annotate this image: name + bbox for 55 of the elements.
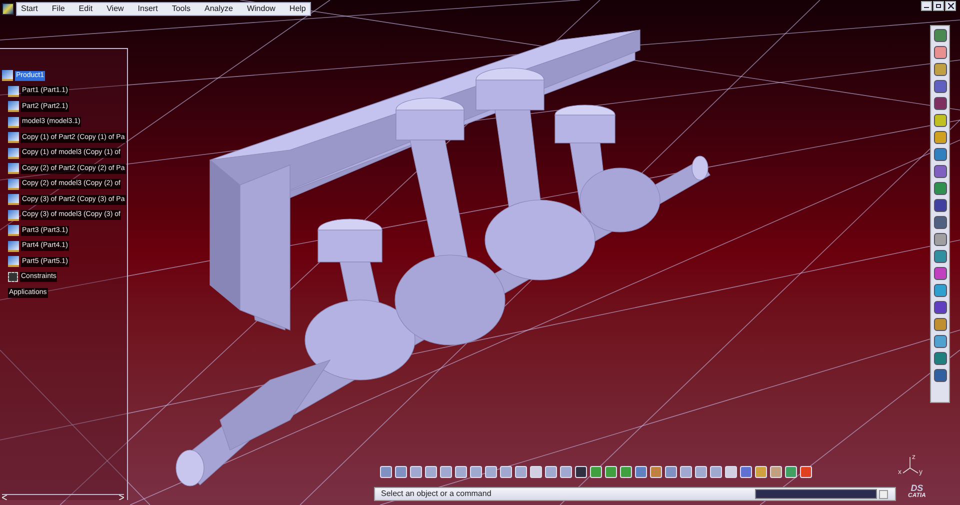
- part-icon: [8, 256, 19, 268]
- part-icon: [8, 163, 19, 174]
- scroll-right-icon[interactable]: [119, 495, 124, 500]
- tool-icon[interactable]: [934, 284, 946, 297]
- tool-icon[interactable]: [934, 301, 946, 314]
- tool-icon[interactable]: [934, 318, 946, 331]
- tool-icon[interactable]: [934, 369, 946, 382]
- menu-item[interactable]: Tools: [172, 3, 190, 15]
- part-icon: [8, 210, 19, 221]
- tool-icon[interactable]: [934, 29, 946, 42]
- app-logo-icon[interactable]: [2, 3, 14, 15]
- tool-icon[interactable]: [934, 199, 946, 212]
- menu-item[interactable]: Edit: [78, 3, 93, 15]
- menu-item[interactable]: Analyze: [204, 3, 233, 15]
- part-icon: [8, 194, 19, 206]
- tool-icon[interactable]: [934, 233, 946, 246]
- tool-icon[interactable]: [934, 165, 946, 178]
- tool-icon[interactable]: [934, 267, 946, 280]
- command-input-field[interactable]: [755, 489, 877, 499]
- part-icon: [8, 148, 19, 159]
- menu-item[interactable]: View: [106, 3, 124, 15]
- scroll-left-icon[interactable]: [2, 495, 7, 500]
- command-prompt: Select an object or a command: [380, 488, 492, 500]
- menu-item[interactable]: Help: [289, 3, 306, 15]
- constraints-icon: [8, 272, 18, 282]
- tool-icon[interactable]: [934, 46, 946, 59]
- tool-icon[interactable]: [934, 352, 946, 365]
- menu-item[interactable]: File: [52, 3, 65, 15]
- tool-icon[interactable]: [934, 131, 946, 144]
- tool-icon[interactable]: [934, 335, 946, 348]
- tool-icon[interactable]: [934, 80, 946, 93]
- tool-icon[interactable]: [934, 148, 946, 161]
- menu-item[interactable]: Window: [246, 3, 276, 15]
- menu-item[interactable]: Insert: [138, 3, 158, 15]
- tool-icon[interactable]: [934, 63, 946, 76]
- part-icon: [8, 86, 19, 97]
- tool-icon[interactable]: [934, 114, 946, 127]
- tool-icon[interactable]: [934, 97, 946, 110]
- part-icon: [8, 178, 19, 190]
- tool-icon[interactable]: [934, 250, 946, 263]
- menu-item[interactable]: Start: [21, 3, 38, 15]
- tool-icon[interactable]: [934, 182, 946, 195]
- scrollbar[interactable]: [2, 494, 124, 500]
- restore-button[interactable]: [933, 1, 944, 11]
- logo-mark: DS: [910, 484, 924, 493]
- part-icon: [2, 70, 13, 82]
- part-icon: [8, 132, 19, 144]
- minimize-button[interactable]: [921, 1, 932, 11]
- dropdown-button[interactable]: [879, 490, 888, 498]
- part-icon: [8, 225, 19, 236]
- part-icon: [8, 240, 19, 252]
- part-icon: [8, 101, 19, 112]
- part-icon: [8, 116, 19, 128]
- close-button[interactable]: [945, 1, 956, 11]
- tool-icon[interactable]: [934, 216, 946, 229]
